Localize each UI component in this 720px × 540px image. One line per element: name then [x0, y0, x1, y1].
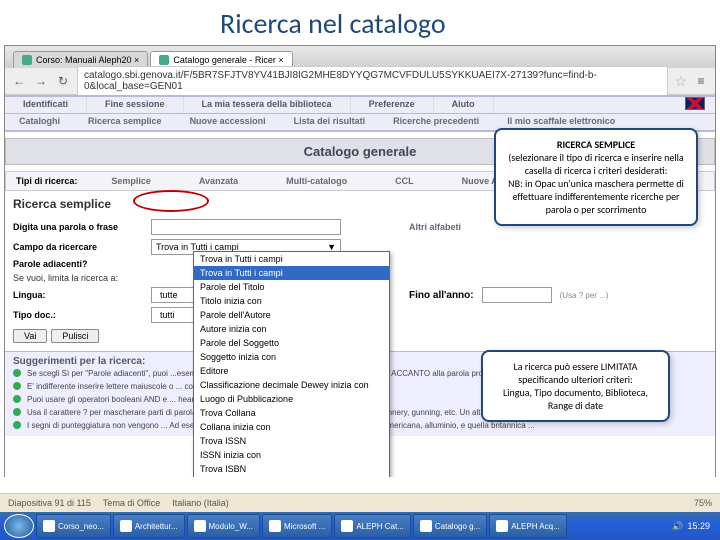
taskbar-app[interactable]: ALEPH Cat...	[334, 514, 411, 538]
dropdown-option[interactable]: Luogo di Pubblicazione	[194, 392, 389, 406]
menu-ricerca-semplice[interactable]: Ricerca semplice	[74, 114, 176, 130]
dropdown-option-selected[interactable]: Trova in Tutti i campi	[194, 266, 389, 280]
url-field[interactable]: catalogo.sbi.genova.it/F/5BR7SFJTV8YV41B…	[77, 66, 668, 96]
menu-tessera[interactable]: La mia tessera della biblioteca	[184, 97, 351, 113]
label-adiacenti: Parole adiacenti?	[13, 259, 143, 269]
menu-cataloghi[interactable]: Cataloghi	[5, 114, 74, 130]
theme-name: Tema di Office	[103, 498, 160, 508]
dropdown-option[interactable]: Parole dell'Autore	[194, 308, 389, 322]
menu-row-1: Identificati Fine sessione La mia tesser…	[5, 95, 715, 114]
app-icon	[43, 520, 55, 532]
clock[interactable]: 15:29	[687, 521, 710, 531]
taskbar-app[interactable]: ALEPH Acq...	[489, 514, 566, 538]
dropdown-option[interactable]: Autore inizia con	[194, 322, 389, 336]
zoom-level[interactable]: 75%	[694, 498, 712, 508]
bullet-icon	[13, 395, 21, 403]
menu-icon[interactable]: ≡	[693, 73, 709, 89]
tab-bar: Corso: Manuali Aleph20 × Catalogo genera…	[5, 46, 715, 68]
taskbar-app[interactable]: Microsoft ...	[262, 514, 332, 538]
type-multi[interactable]: Multi-catalogo	[262, 174, 371, 188]
app-icon	[120, 520, 132, 532]
menu-fine-sessione[interactable]: Fine sessione	[87, 97, 184, 113]
app-icon	[420, 520, 432, 532]
bullet-icon	[13, 421, 21, 429]
dropdown-option[interactable]: ISBN inizia con	[194, 476, 389, 477]
address-bar: ← → ↻ catalogo.sbi.genova.it/F/5BR7SFJTV…	[5, 68, 715, 95]
clear-button[interactable]: Pulisci	[51, 329, 99, 343]
go-button[interactable]: Vai	[13, 329, 47, 343]
menu-ricerche-precedenti[interactable]: Ricerche precedenti	[379, 114, 493, 130]
dropdown-option[interactable]: ISSN inizia con	[194, 448, 389, 462]
dropdown-option[interactable]: Trova Collana	[194, 406, 389, 420]
taskbar-app[interactable]: Corso_neo...	[36, 514, 111, 538]
tray-icon[interactable]: 🔊	[672, 521, 683, 532]
menu-preferenze[interactable]: Preferenze	[351, 97, 434, 113]
forward-button[interactable]: →	[33, 73, 49, 89]
tab-favicon	[159, 55, 169, 65]
dropdown-option[interactable]: Titolo inizia con	[194, 294, 389, 308]
search-input[interactable]	[151, 219, 341, 235]
system-tray[interactable]: 🔊 15:29	[672, 521, 716, 532]
dropdown-option[interactable]: Collana inizia con	[194, 420, 389, 434]
app-icon	[194, 520, 206, 532]
dropdown-option[interactable]: Classificazione decimale Dewey inizia co…	[194, 378, 389, 392]
label-lingua: Lingua:	[13, 290, 143, 300]
menu-nuove-accessioni[interactable]: Nuove accessioni	[176, 114, 280, 130]
back-button[interactable]: ←	[11, 73, 27, 89]
start-button[interactable]	[4, 514, 34, 538]
fino-hint: (Usa ? per ...)	[560, 291, 609, 300]
label-digita: Digita una parola o frase	[13, 222, 143, 232]
uk-flag-icon[interactable]	[685, 97, 705, 110]
app-icon	[341, 520, 353, 532]
bullet-icon	[13, 408, 21, 416]
callout-ricerca-semplice: RICERCA SEMPLICE (selezionare il tipo di…	[494, 128, 698, 226]
app-icon	[269, 520, 281, 532]
bullet-icon	[13, 369, 21, 377]
slide-counter: Diapositiva 91 di 115	[8, 498, 91, 508]
dropdown-option[interactable]: Trova in Tutti i campi	[194, 252, 389, 266]
altri-alfabeti-link[interactable]: Altri alfabeti	[409, 222, 461, 232]
type-avanzata[interactable]: Avanzata	[175, 174, 262, 188]
powerpoint-status-bar: Diapositiva 91 di 115 Tema di Office Ita…	[0, 493, 720, 512]
bullet-icon	[13, 382, 21, 390]
bookmark-icon[interactable]: ☆	[674, 73, 687, 90]
taskbar-app[interactable]: Modulo_W...	[187, 514, 260, 538]
type-semplice[interactable]: Semplice	[87, 174, 175, 188]
field-dropdown[interactable]: Trova in Tutti i campi Trova in Tutti i …	[193, 251, 390, 477]
dropdown-option[interactable]: Trova ISSN	[194, 434, 389, 448]
menu-lista-risultati[interactable]: Lista dei risultati	[280, 114, 380, 130]
label-tipodoc: Tipo doc.:	[13, 310, 143, 320]
taskbar-app[interactable]: Architettur...	[113, 514, 185, 538]
windows-taskbar: Corso_neo... Architettur... Modulo_W... …	[0, 512, 720, 540]
app-icon	[496, 520, 508, 532]
dropdown-option[interactable]: Parole del Titolo	[194, 280, 389, 294]
fino-anno-input[interactable]	[482, 287, 552, 303]
dropdown-option[interactable]: Soggetto inizia con	[194, 350, 389, 364]
menu-identificati[interactable]: Identificati	[5, 97, 87, 113]
menu-aiuto[interactable]: Aiuto	[434, 97, 494, 113]
taskbar-app[interactable]: Catalogo g...	[413, 514, 487, 538]
type-label: Tipi di ricerca:	[6, 174, 87, 188]
dropdown-option[interactable]: Trova ISBN	[194, 462, 389, 476]
callout-limitata: La ricerca può essere LIMITATA specifica…	[481, 350, 670, 422]
reload-button[interactable]: ↻	[55, 73, 71, 89]
type-ccl[interactable]: CCL	[371, 174, 438, 188]
dropdown-option[interactable]: Editore	[194, 364, 389, 378]
tab-favicon	[22, 55, 32, 65]
dropdown-option[interactable]: Parole del Soggetto	[194, 336, 389, 350]
suggestions-title: Suggerimenti per la ricerca:	[13, 356, 145, 367]
label-fino-anno: Fino all'anno:	[409, 290, 474, 301]
language-indicator[interactable]: Italiano (Italia)	[172, 498, 229, 508]
limit-label: Se vuoi, limita la ricerca a:	[13, 273, 118, 283]
slide-title: Ricerca nel catalogo	[0, 0, 720, 45]
label-campo: Campo da ricercare	[13, 242, 143, 252]
